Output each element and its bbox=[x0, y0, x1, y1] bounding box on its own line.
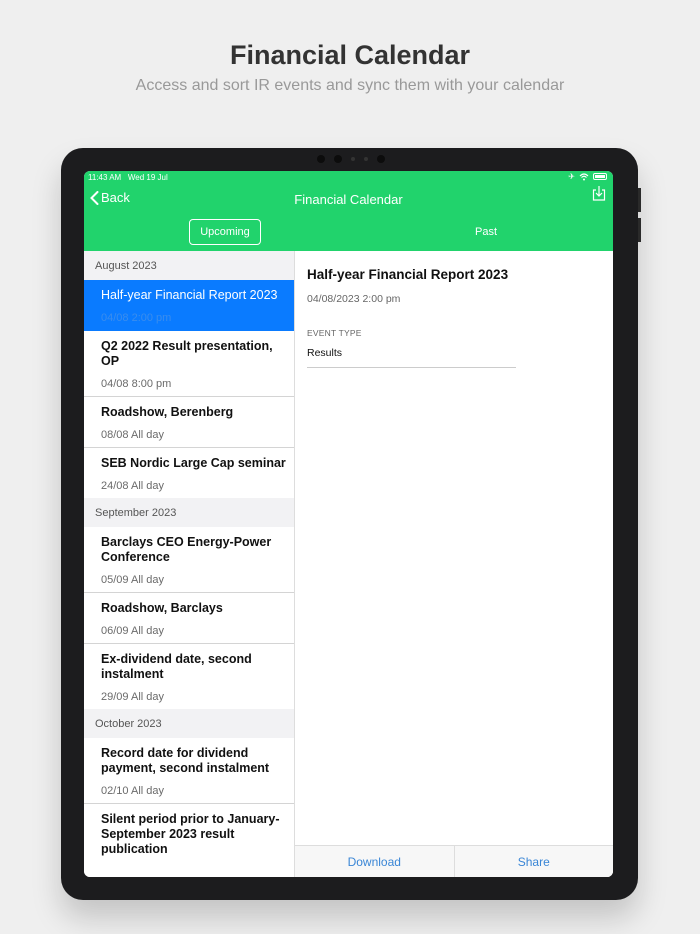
detail-footer: Download Share bbox=[295, 845, 613, 877]
event-item[interactable]: Ex-dividend date, second instalment 29/0… bbox=[84, 644, 294, 709]
event-item[interactable]: SEB Nordic Large Cap seminar 24/08 All d… bbox=[84, 448, 294, 498]
promo-title: Financial Calendar bbox=[229, 40, 471, 70]
event-date: 02/10 All day bbox=[101, 785, 164, 797]
download-button[interactable]: Download bbox=[295, 846, 454, 877]
event-item[interactable]: Q2 2022 Result presentation, OP 04/08 8:… bbox=[84, 331, 294, 397]
event-list[interactable]: August 2023 Half-year Financial Report 2… bbox=[84, 251, 295, 877]
event-title: Record date for dividend payment, second… bbox=[101, 746, 270, 775]
status-time: 11:43 AM Wed 19 Jul bbox=[88, 173, 168, 182]
section-header: August 2023 bbox=[84, 251, 294, 280]
event-item[interactable]: Roadshow, Barclays 06/09 All day bbox=[84, 593, 294, 644]
detail-date: 04/08/2023 2:00 pm bbox=[307, 293, 401, 305]
tab-upcoming[interactable]: Upcoming bbox=[189, 219, 261, 245]
event-date: 05/09 All day bbox=[101, 574, 164, 586]
event-title: Barclays CEO Energy-Power Conference bbox=[101, 535, 272, 564]
event-item[interactable]: Roadshow, Berenberg 08/08 All day bbox=[84, 397, 294, 448]
airplane-icon: ✈ bbox=[568, 172, 575, 181]
event-date bbox=[101, 866, 288, 872]
export-icon[interactable] bbox=[592, 185, 606, 201]
event-item-selected[interactable]: Half-year Financial Report 2023 04/08 2:… bbox=[84, 280, 294, 331]
event-title: Ex-dividend date, second instalment bbox=[101, 652, 252, 681]
event-detail-pane: Half-year Financial Report 2023 04/08/20… bbox=[295, 251, 613, 877]
event-title: Roadshow, Berenberg bbox=[101, 405, 234, 419]
wifi-icon bbox=[579, 172, 589, 180]
event-title: Roadshow, Barclays bbox=[101, 601, 223, 615]
share-button[interactable]: Share bbox=[453, 846, 614, 877]
event-title: SEB Nordic Large Cap seminar bbox=[101, 456, 286, 470]
event-item[interactable]: Barclays CEO Energy-Power Conference 05/… bbox=[84, 527, 294, 593]
event-date: 24/08 All day bbox=[101, 480, 164, 492]
event-item[interactable]: Silent period prior to January-September… bbox=[84, 804, 294, 872]
battery-icon bbox=[593, 173, 607, 180]
event-item[interactable]: Record date for dividend payment, second… bbox=[84, 738, 294, 804]
section-header: October 2023 bbox=[84, 709, 294, 738]
event-date: 08/08 All day bbox=[101, 429, 164, 441]
status-icons: ✈ bbox=[568, 172, 607, 181]
volume-button bbox=[638, 188, 641, 212]
event-title: Silent period prior to January-September… bbox=[101, 812, 280, 856]
nav-header: 11:43 AM Wed 19 Jul ✈ Back Financial Cal… bbox=[84, 171, 613, 251]
tablet-frame: 11:43 AM Wed 19 Jul ✈ Back Financial Cal… bbox=[61, 148, 641, 900]
event-date: 29/09 All day bbox=[101, 691, 164, 703]
camera-bar bbox=[301, 154, 401, 164]
detail-title: Half-year Financial Report 2023 bbox=[307, 267, 509, 282]
app-screen: 11:43 AM Wed 19 Jul ✈ Back Financial Cal… bbox=[84, 171, 613, 877]
event-date: 04/08 8:00 pm bbox=[101, 378, 172, 390]
event-title: Half-year Financial Report 2023 bbox=[101, 288, 278, 302]
event-date: 06/09 All day bbox=[101, 625, 164, 637]
event-type-label: EVENT TYPE bbox=[307, 328, 362, 338]
tab-past[interactable]: Past bbox=[450, 219, 522, 245]
event-title: Q2 2022 Result presentation, OP bbox=[101, 339, 273, 368]
event-date: 04/08 2:00 pm bbox=[101, 312, 172, 324]
volume-button bbox=[638, 218, 641, 242]
event-type-value: Results bbox=[307, 347, 516, 368]
nav-title: Financial Calendar bbox=[294, 192, 403, 207]
section-header: September 2023 bbox=[84, 498, 294, 527]
promo-subtitle: Access and sort IR events and sync them … bbox=[135, 77, 565, 94]
